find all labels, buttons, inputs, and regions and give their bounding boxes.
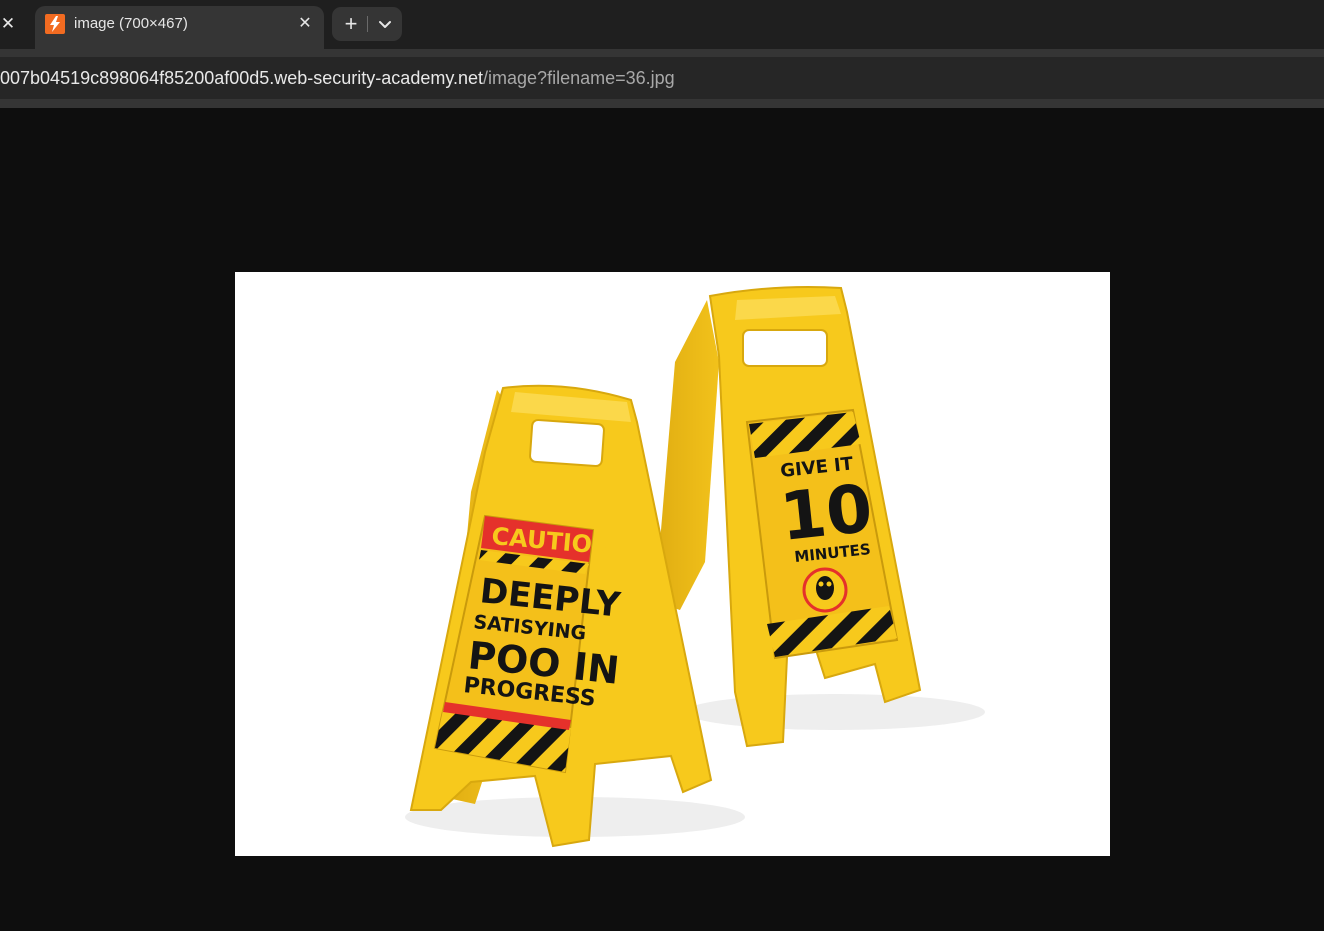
- url-host: 007b04519c898064f85200af00d5.web-securit…: [0, 68, 484, 88]
- chevron-down-icon: [379, 21, 391, 28]
- displayed-image: GIVE IT 10 MINUTES CAUTION DEEPLY SATISY…: [235, 272, 1110, 856]
- previous-tab-close-icon[interactable]: ✕: [0, 12, 16, 36]
- browser-toolbar: 007b04519c898064f85200af00d5.web-securit…: [0, 49, 1324, 108]
- url-path: /image?filename=36.jpg: [483, 68, 675, 88]
- page-viewport: GIVE IT 10 MINUTES CAUTION DEEPLY SATISY…: [0, 108, 1324, 931]
- wet-floor-signs-image: GIVE IT 10 MINUTES CAUTION DEEPLY SATISY…: [405, 286, 985, 848]
- url-text[interactable]: 007b04519c898064f85200af00d5.web-securit…: [0, 68, 675, 88]
- tab-actions: +: [332, 7, 402, 41]
- address-bar[interactable]: 007b04519c898064f85200af00d5.web-securit…: [0, 57, 1324, 99]
- tab-strip: ✕ image (700×467) ✕ +: [0, 0, 1324, 49]
- tab-close-icon[interactable]: ✕: [294, 13, 316, 35]
- divider: [367, 16, 368, 32]
- tab-title: image (700×467): [74, 15, 188, 32]
- web-security-academy-logo-icon: [45, 14, 65, 34]
- tab-active[interactable]: image (700×467) ✕: [35, 6, 324, 49]
- new-tab-button[interactable]: +: [337, 7, 365, 41]
- tab-search-button[interactable]: [372, 7, 398, 41]
